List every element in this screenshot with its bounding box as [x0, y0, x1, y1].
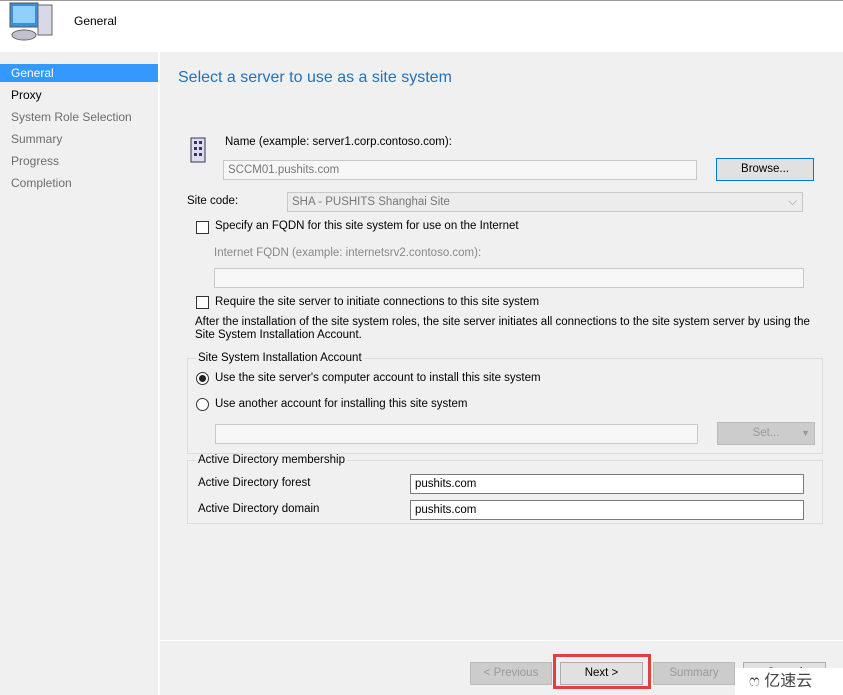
ad-group-title: Active Directory membership [196, 454, 347, 466]
previous-button[interactable]: < Previous [470, 662, 552, 685]
fqdn-checkbox-label: Specify an FQDN for this site system for… [215, 220, 519, 232]
account-input[interactable] [215, 424, 698, 444]
require-checkbox[interactable] [196, 296, 209, 309]
ad-membership-group: Active Directory membership Active Direc… [187, 454, 823, 524]
radio-computer-account-label: Use the site server's computer account t… [215, 372, 541, 384]
wizard-header: General [0, 0, 843, 52]
nav-item-completion: Completion [11, 176, 72, 190]
radio-another-account[interactable] [196, 398, 209, 411]
site-code-label: Site code: [187, 195, 239, 207]
nav-item-system-role-selection: System Role Selection [11, 110, 132, 124]
header-title: General [74, 14, 117, 28]
watermark-logo: ෆ 亿速云 [735, 668, 843, 695]
internet-fqdn-label: Internet FQDN (example: internetsrv2.con… [214, 247, 482, 259]
page-title: Select a server to use as a site system [178, 69, 452, 86]
browse-button[interactable]: Browse... [716, 158, 814, 181]
main-panel: Select a server to use as a site system … [160, 52, 843, 640]
watermark-text: 亿速云 [764, 673, 813, 690]
nav-item-proxy[interactable]: Proxy [0, 86, 158, 104]
site-code-value: SHA - PUSHITS Shanghai Site [292, 196, 450, 208]
footer-divider [160, 640, 843, 641]
nav-item-progress: Progress [11, 154, 60, 168]
set-button[interactable]: Set... ▼ [717, 422, 815, 445]
dropdown-arrow-icon: ▼ [801, 428, 810, 438]
ad-domain-label: Active Directory domain [198, 503, 320, 515]
wizard-nav: General Proxy System Role Selection Summ… [0, 52, 158, 695]
ad-forest-input[interactable]: pushits.com [410, 474, 804, 494]
require-checkbox-label: Require the site server to initiate conn… [215, 296, 540, 308]
nav-item-general[interactable]: General [0, 64, 158, 82]
radio-computer-account[interactable] [196, 372, 209, 385]
install-group-title: Site System Installation Account [196, 352, 364, 364]
chevron-down-icon: ⌵ [788, 196, 797, 208]
next-button[interactable]: Next > [560, 662, 643, 685]
ad-forest-label: Active Directory forest [198, 477, 311, 489]
require-note: After the installation of the site syste… [195, 316, 810, 341]
ad-domain-input[interactable]: pushits.com [410, 500, 804, 520]
server-icon [190, 137, 206, 163]
fqdn-checkbox[interactable] [196, 221, 209, 234]
internet-fqdn-input[interactable] [214, 268, 804, 288]
nav-item-summary: Summary [11, 132, 63, 146]
install-account-group: Site System Installation Account Use the… [187, 352, 823, 454]
radio-another-account-label: Use another account for installing this … [215, 398, 468, 410]
summary-button[interactable]: Summary [653, 662, 735, 685]
name-input[interactable]: SCCM01.pushits.com [223, 160, 697, 180]
set-label: Set... [752, 427, 780, 439]
computer-icon [9, 2, 53, 41]
site-code-select[interactable]: SHA - PUSHITS Shanghai Site ⌵ [287, 192, 803, 212]
name-label: Name (example: server1.corp.contoso.com)… [225, 136, 452, 148]
